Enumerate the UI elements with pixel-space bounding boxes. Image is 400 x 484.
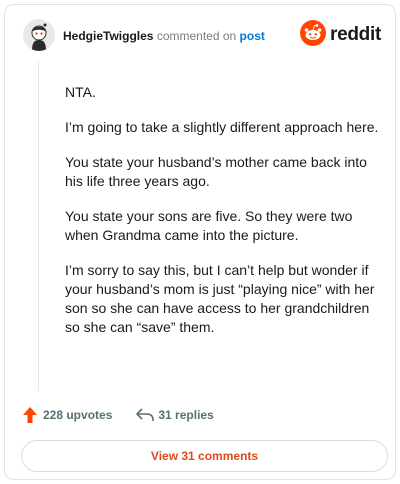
reply-arrow-icon — [136, 406, 155, 424]
comment-byline: HedgieTwiggles commented on post — [63, 29, 265, 43]
upvotes-count: 228 upvotes — [43, 408, 113, 422]
snoo-avatar-icon[interactable] — [23, 19, 55, 51]
upvote-button[interactable]: 228 upvotes — [21, 406, 112, 424]
commented-on-text: commented on — [156, 29, 237, 43]
reddit-wordmark: reddit — [330, 24, 381, 45]
reddit-snoo-logo-icon — [300, 19, 327, 51]
comment-paragraph: NTA. — [65, 84, 96, 100]
comment-body: NTA. I’m going to take a slightly differ… — [65, 83, 381, 353]
comment-header: HedgieTwiggles commented on post reddit — [17, 15, 385, 55]
replies-button[interactable]: 31 replies — [136, 406, 214, 424]
reddit-brand[interactable]: reddit — [300, 19, 381, 51]
comment-actions: 228 upvotes 31 replies — [21, 405, 214, 425]
upvote-arrow-icon — [21, 406, 39, 424]
username-link[interactable]: HedgieTwiggles — [63, 29, 153, 43]
replies-count: 31 replies — [158, 408, 214, 422]
view-comments-button[interactable]: View 31 comments — [21, 440, 388, 472]
comment-paragraph: You state your sons are five. So they we… — [65, 208, 353, 243]
comment-paragraph: You state your husband’s mother came bac… — [65, 154, 367, 189]
post-link[interactable]: post — [240, 29, 265, 43]
comment-paragraph: I’m going to take a slightly different a… — [65, 119, 379, 135]
comment-paragraph: I’m sorry to say this, but I can’t help … — [65, 262, 375, 335]
thread-line[interactable] — [38, 61, 39, 391]
comment-card: HedgieTwiggles commented on post reddit — [4, 4, 396, 480]
